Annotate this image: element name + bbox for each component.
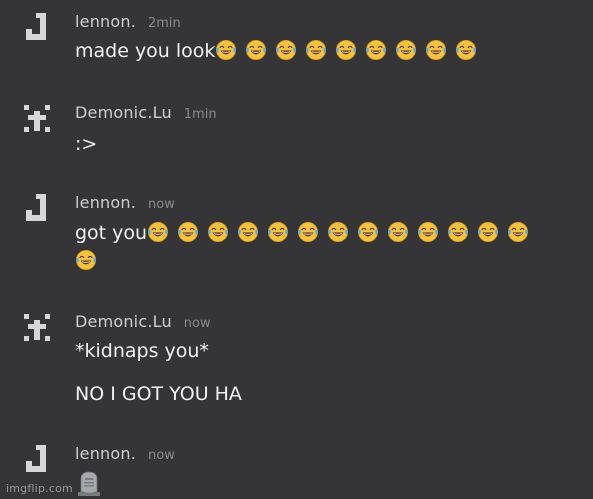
laughing-crying-emoji-icon [207,221,229,243]
laughing-crying-emoji-icon [455,39,477,61]
timestamp: 2min [148,16,181,31]
message-text: *kidnaps you* [75,340,209,362]
message-text: :> [75,133,98,155]
laughing-crying-emoji-icon [477,221,499,243]
timestamp: now [148,448,175,463]
message-header: Demonic.Lu now [75,312,211,336]
watermark: imgflip.com [6,482,73,495]
laughing-crying-emoji-icon [417,221,439,243]
laughing-crying-emoji-icon [387,221,409,243]
message-text-wrap [75,249,105,272]
message-header: lennon. now [75,444,175,468]
laughing-crying-emoji-icon [245,39,267,61]
chat-log: lennon. 2min made you look Demonic.Lu 1min… [0,0,593,499]
laughing-crying-emoji-icon [147,221,169,243]
laughing-crying-emoji-icon [327,221,349,243]
timestamp: now [148,197,175,212]
username[interactable]: lennon. [75,444,136,463]
message-line: made you look [75,40,216,62]
timestamp: now [183,316,211,331]
laughing-crying-emoji-icon [305,39,327,61]
laughing-crying-emoji-icon [357,221,379,243]
pixel-cross-avatar-icon[interactable] [22,103,52,133]
message-header: lennon. now [75,193,175,217]
message-line: got you [75,222,148,244]
message-text: NO I GOT YOU HA [75,383,242,405]
laughing-crying-emoji-icon [335,39,357,61]
laughing-crying-emoji-icon [177,221,199,243]
tombstone-emoji-icon [77,471,101,497]
laughing-crying-emoji-icon [75,249,97,271]
emoji-group [147,222,537,244]
letter-j-avatar-icon[interactable] [22,12,52,42]
pixel-cross-avatar-icon[interactable] [22,312,52,342]
laughing-crying-emoji-icon [297,221,319,243]
laughing-crying-emoji-icon [395,39,417,61]
laughing-crying-emoji-icon [275,39,297,61]
username[interactable]: lennon. [75,12,136,31]
letter-j-avatar-icon[interactable] [22,193,52,223]
emoji-group [215,40,485,62]
laughing-crying-emoji-icon [215,39,237,61]
laughing-crying-emoji-icon [425,39,447,61]
laughing-crying-emoji-icon [267,221,289,243]
laughing-crying-emoji-icon [237,221,259,243]
laughing-crying-emoji-icon [365,39,387,61]
message-header: lennon. 2min [75,12,181,36]
message-text: got you [75,221,537,244]
timestamp: 1min [183,107,217,122]
message-text: made you look [75,39,485,62]
laughing-crying-emoji-icon [447,221,469,243]
username[interactable]: Demonic.Lu [75,312,172,331]
username[interactable]: lennon. [75,193,136,212]
username[interactable]: Demonic.Lu [75,103,172,122]
letter-j-avatar-icon[interactable] [22,444,52,474]
laughing-crying-emoji-icon [507,221,529,243]
message-header: Demonic.Lu 1min [75,103,217,127]
